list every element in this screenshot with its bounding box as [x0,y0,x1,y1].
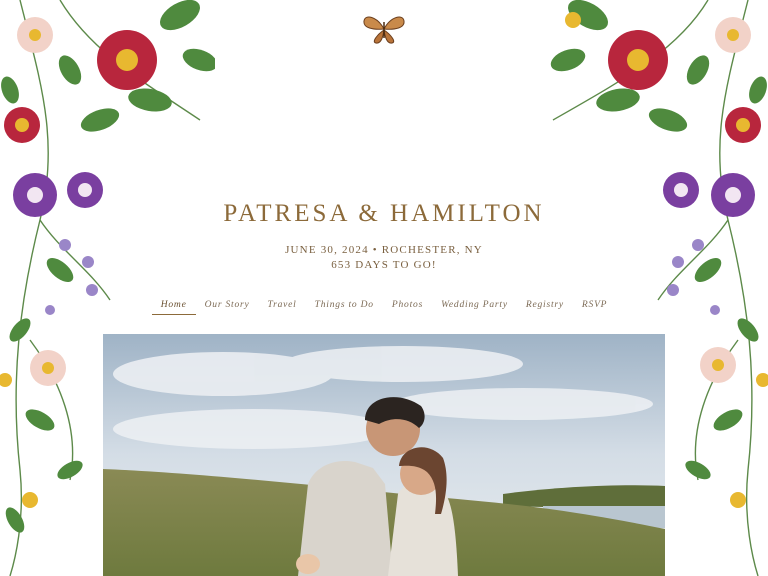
main-nav: Home Our Story Travel Things to Do Photo… [0,300,768,315]
nav-rsvp[interactable]: RSVP [573,300,616,315]
countdown: 653 DAYS TO GO! [331,259,437,271]
nav-home[interactable]: Home [151,300,196,315]
butterfly-icon [363,16,405,44]
nav-our-story[interactable]: Our Story [196,300,259,315]
date-location: JUNE 30, 2024 • ROCHESTER, NY [285,244,483,256]
nav-travel[interactable]: Travel [259,300,306,315]
nav-things-to-do[interactable]: Things to Do [306,300,383,315]
nav-photos[interactable]: Photos [383,300,432,315]
nav-wedding-party[interactable]: Wedding Party [432,300,517,315]
couple-photo [103,334,665,576]
couple-names-title: PATRESA & HAMILTON [223,200,545,227]
nav-registry[interactable]: Registry [517,300,573,315]
